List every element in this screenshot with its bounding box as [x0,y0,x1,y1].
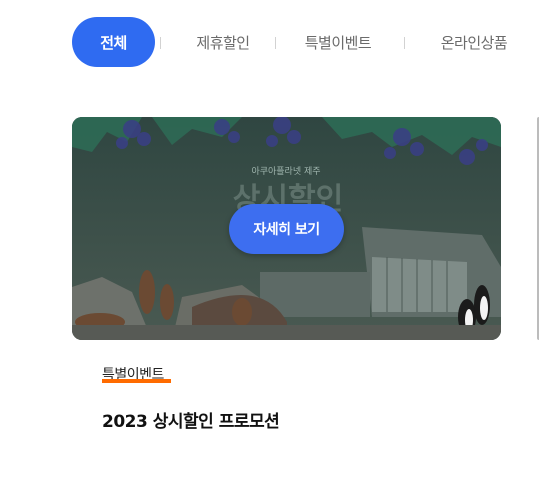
category-underline [102,379,171,383]
tab-online-product[interactable]: 온라인상품 [424,17,524,67]
tab-separator [275,37,276,49]
tab-partner-discount[interactable]: 제휴할인 [178,17,268,67]
banner-small-text: 아쿠아플라넷 제주 [251,166,320,177]
tab-separator [404,37,405,49]
tab-special-event[interactable]: 특별이벤트 [292,17,384,67]
category-tabs: 전체 제휴할인 특별이벤트 온라인상품 [72,17,539,67]
view-details-button[interactable]: 자세히 보기 [229,204,344,254]
event-title[interactable]: 2023 상시할인 프로모션 [102,407,280,432]
tab-all[interactable]: 전체 [72,17,155,67]
tab-separator [160,37,161,49]
